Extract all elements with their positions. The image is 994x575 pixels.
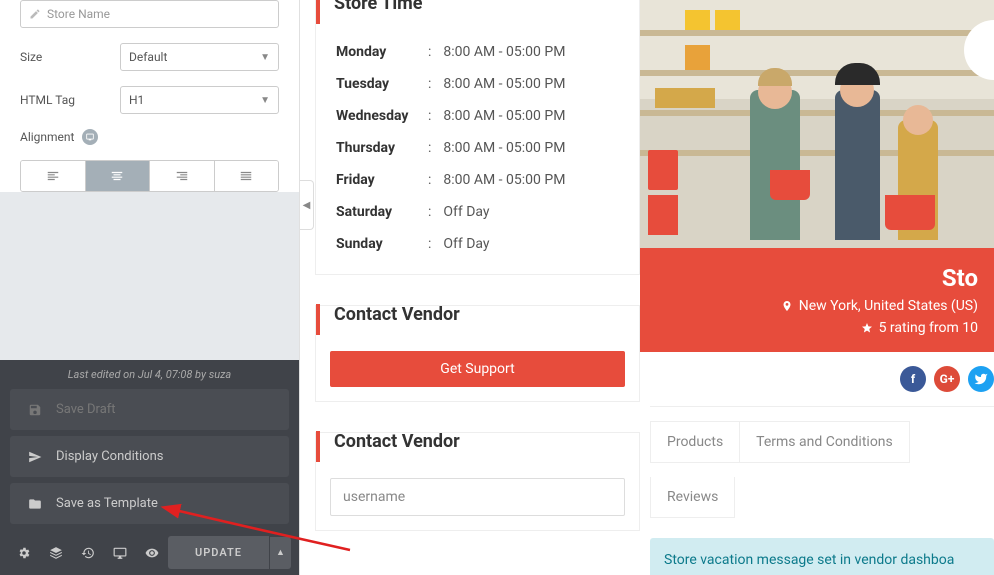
history-button[interactable]: [72, 537, 104, 569]
contact-vendor-header-2: Contact Vendor: [316, 431, 639, 462]
paper-plane-icon: [28, 450, 42, 464]
settings-button[interactable]: [8, 537, 40, 569]
store-location: New York, United States (US): [656, 298, 978, 314]
update-options-button[interactable]: ▲: [269, 537, 291, 569]
social-links: f G+: [650, 352, 994, 407]
table-row: Tuesday:8:00 AM - 05:00 PM: [330, 68, 653, 100]
twitter-icon: [974, 372, 988, 386]
google-plus-link[interactable]: G+: [934, 366, 960, 392]
contact-vendor-form-section: Contact Vendor username: [315, 432, 640, 531]
history-icon: [81, 546, 95, 560]
align-right-button[interactable]: [150, 161, 215, 191]
store-time-section: Store Time Monday:8:00 AM - 05:00 PM Tue…: [315, 0, 640, 275]
table-row: Sunday:Off Day: [330, 228, 653, 260]
chevron-down-icon: ▼: [260, 52, 270, 63]
table-row: Friday:8:00 AM - 05:00 PM: [330, 164, 653, 196]
store-header-info: Sto New York, United States (US) 5 ratin…: [640, 248, 994, 352]
table-row: Thursday:8:00 AM - 05:00 PM: [330, 132, 653, 164]
gear-icon: [17, 546, 31, 560]
contact-vendor-header: Contact Vendor: [316, 304, 639, 335]
responsive-button[interactable]: [104, 537, 136, 569]
twitter-link[interactable]: [968, 366, 994, 392]
save-template-button[interactable]: Save as Template: [10, 483, 289, 524]
facebook-link[interactable]: f: [900, 366, 926, 392]
collapse-sidebar-button[interactable]: ◀: [300, 180, 314, 230]
table-row: Saturday:Off Day: [330, 196, 653, 228]
sidebar-footer: Last edited on Jul 4, 07:08 by suza Save…: [0, 360, 299, 575]
alignment-buttons: [20, 160, 279, 192]
store-name-heading: Sto: [656, 264, 978, 292]
preview-button[interactable]: [136, 537, 168, 569]
update-button[interactable]: UPDATE: [168, 536, 269, 569]
panel-spacer: [0, 192, 299, 360]
store-tabs: Products Terms and Conditions: [650, 421, 994, 463]
navigator-button[interactable]: [40, 537, 72, 569]
align-center-button[interactable]: [86, 161, 151, 191]
pencil-icon: [29, 8, 41, 20]
store-banner-image: [640, 0, 994, 248]
store-time-header: Store Time: [316, 0, 639, 24]
table-row: Wednesday:8:00 AM - 05:00 PM: [330, 100, 653, 132]
tab-reviews[interactable]: Reviews: [650, 477, 735, 518]
last-edited-text: Last edited on Jul 4, 07:08 by suza: [0, 360, 299, 389]
eye-icon: [145, 546, 159, 560]
tab-products[interactable]: Products: [650, 421, 740, 463]
editor-sidebar: Store Name Size Default ▼ HTML Tag H1 ▼ …: [0, 0, 300, 575]
save-draft-button[interactable]: Save Draft: [10, 389, 289, 430]
preview-area: Store Time Monday:8:00 AM - 05:00 PM Tue…: [300, 0, 994, 575]
map-pin-icon: [781, 300, 793, 312]
get-support-button[interactable]: Get Support: [330, 351, 625, 387]
desktop-icon: [113, 546, 127, 560]
panel-controls: Store Name Size Default ▼ HTML Tag H1 ▼ …: [0, 0, 299, 192]
username-input[interactable]: username: [330, 478, 625, 516]
chevron-down-icon: ▼: [260, 95, 270, 106]
store-name-input[interactable]: Store Name: [20, 0, 279, 28]
contact-vendor-section: Contact Vendor Get Support: [315, 305, 640, 402]
alignment-label: Alignment: [20, 130, 74, 144]
layers-icon: [49, 546, 63, 560]
size-label: Size: [20, 50, 120, 64]
star-icon: [861, 322, 873, 334]
align-justify-button[interactable]: [215, 161, 279, 191]
responsive-icon[interactable]: [82, 129, 98, 145]
store-rating: 5 rating from 10: [656, 320, 978, 336]
tab-terms[interactable]: Terms and Conditions: [740, 421, 910, 463]
size-select[interactable]: Default ▼: [120, 43, 279, 71]
vacation-message: Store vacation message set in vendor das…: [650, 538, 994, 575]
html-tag-select[interactable]: H1 ▼: [120, 86, 279, 114]
align-left-button[interactable]: [21, 161, 86, 191]
table-row: Monday:8:00 AM - 05:00 PM: [330, 36, 653, 68]
display-conditions-button[interactable]: Display Conditions: [10, 436, 289, 477]
html-tag-label: HTML Tag: [20, 93, 120, 107]
folder-icon: [28, 497, 42, 511]
hours-table: Monday:8:00 AM - 05:00 PM Tuesday:8:00 A…: [330, 36, 653, 260]
save-icon: [28, 403, 42, 417]
